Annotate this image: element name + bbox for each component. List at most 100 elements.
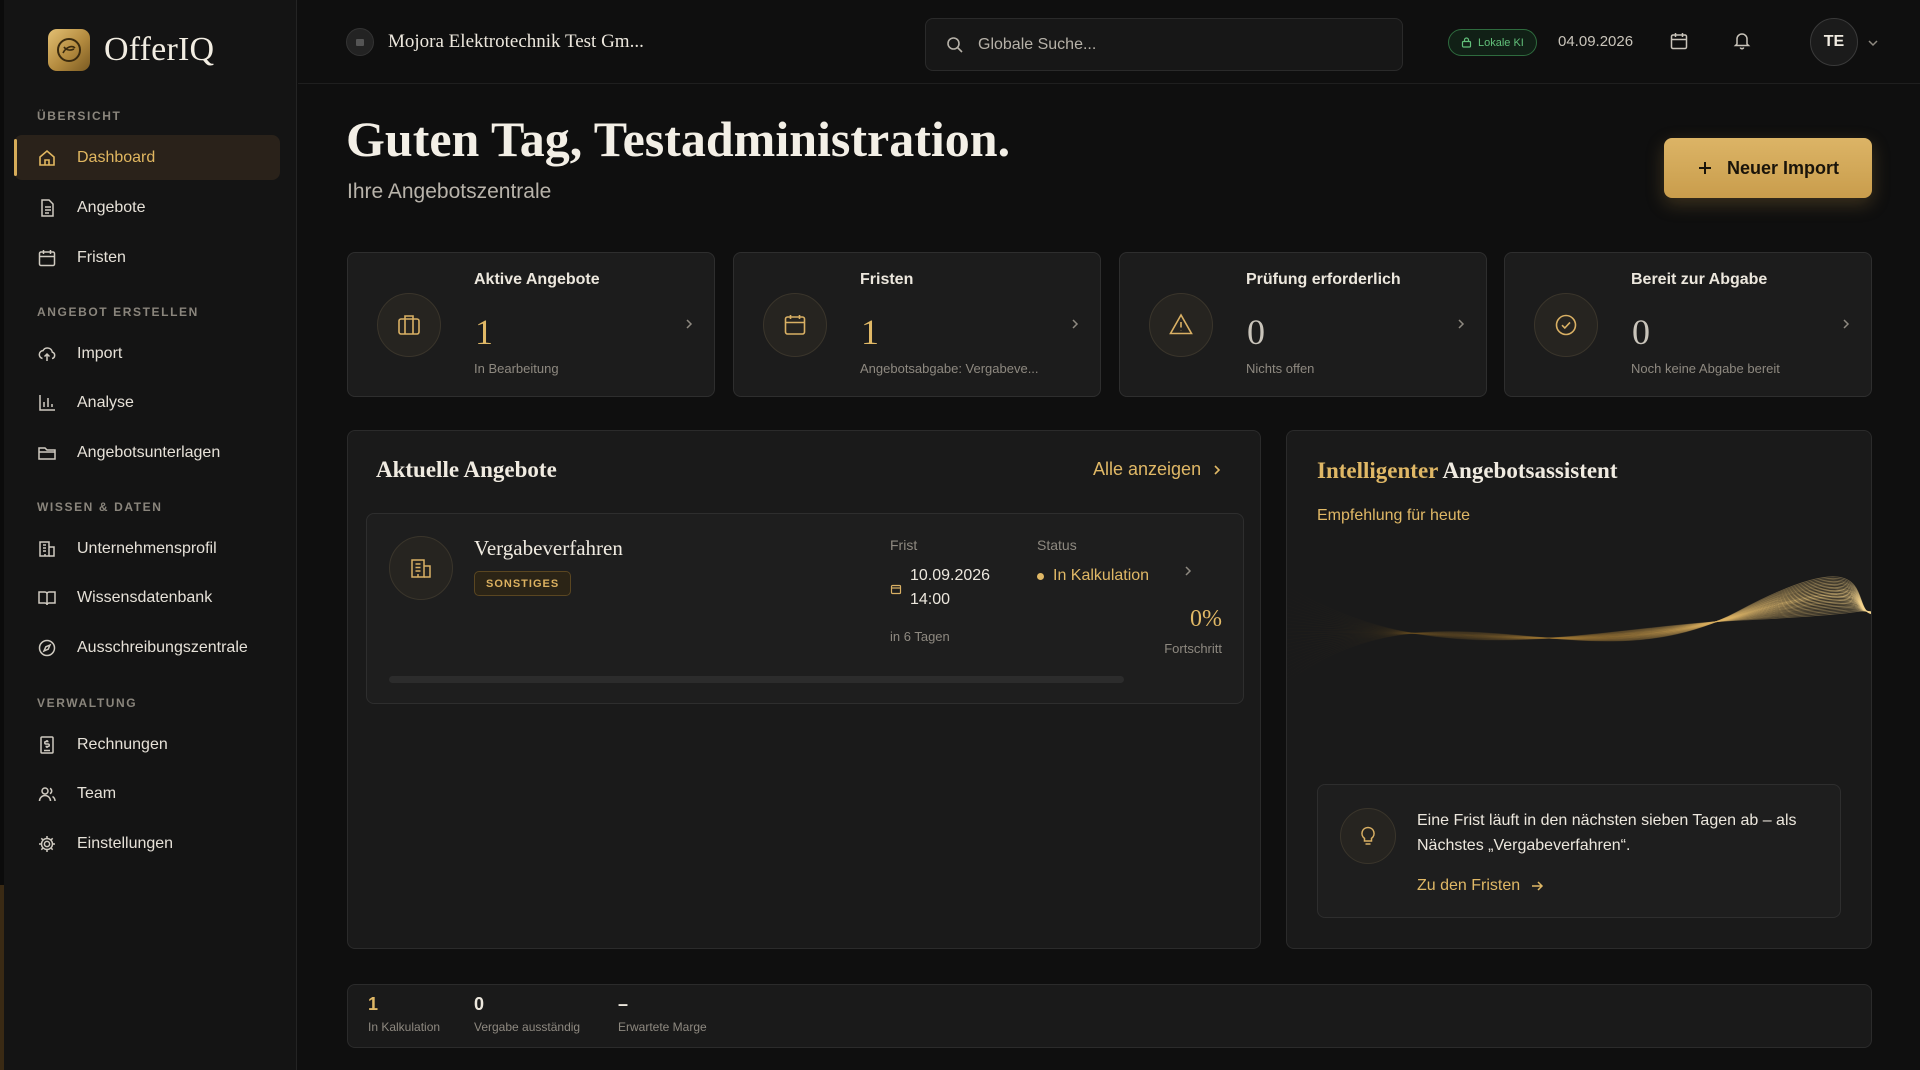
stat-title: Aktive Angebote <box>474 271 600 288</box>
folder-icon <box>38 446 56 460</box>
tip-text: Eine Frist läuft in den nächsten sieben … <box>1417 812 1797 854</box>
sidebar-item-angebote[interactable]: Angebote <box>14 185 280 230</box>
user-menu-toggle[interactable] <box>1866 36 1880 50</box>
new-import-button[interactable]: Neuer Import <box>1664 138 1872 198</box>
chevron-right-icon <box>1185 566 1192 576</box>
deadline-time: 14:00 <box>910 591 951 608</box>
bell-icon <box>1733 33 1751 50</box>
footer-stat-label: Erwartete Marge <box>618 1020 707 1034</box>
compass-icon <box>38 639 56 656</box>
invoice-icon <box>40 735 54 754</box>
stat-card-active-offers[interactable]: Aktive Angebote 1 In Bearbeitung <box>347 252 715 397</box>
lock-icon <box>1461 37 1472 48</box>
footer-stat-value: 1 <box>368 994 379 1014</box>
sidebar-item-analyse[interactable]: Analyse <box>14 380 280 425</box>
user-avatar[interactable]: TE <box>1810 18 1858 66</box>
wave-line <box>1287 588 1871 652</box>
footer-stats-bar: 1 In Kalkulation 0 Vergabe ausständig – … <box>347 984 1872 1048</box>
footer-stat-expected-margin: – Erwartete Marge <box>618 994 707 1034</box>
notifications-button[interactable] <box>1732 30 1752 50</box>
stat-subtitle: Angebotsabgabe: Vergabeve... <box>860 361 1039 376</box>
current-offers-title: Aktuelle Angebote <box>376 457 557 482</box>
ki-badge-label: Lokale KI <box>1478 36 1524 49</box>
stat-card-ready-for-submission[interactable]: Bereit zur Abgabe 0 Noch keine Abgabe be… <box>1504 252 1872 397</box>
status-value: In Kalkulation <box>1037 567 1149 585</box>
chevron-right-icon <box>1214 464 1221 475</box>
building-icon <box>39 540 55 557</box>
stat-value: 0 <box>1247 312 1265 352</box>
calendar-button[interactable] <box>1669 31 1689 51</box>
lightbulb-icon <box>1361 826 1375 845</box>
offer-name: Vergabeverfahren <box>474 536 623 560</box>
assistant-wave-graphic <box>1287 576 1871 683</box>
new-import-label: Neuer Import <box>1726 157 1840 178</box>
offer-icon-wrap <box>389 536 453 600</box>
nav-section-overview: ÜBERSICHT <box>37 109 122 123</box>
stat-subtitle: Noch keine Abgabe bereit <box>1631 361 1780 376</box>
show-all-link[interactable]: Alle anzeigen <box>1093 459 1223 480</box>
sidebar-item-einstellungen[interactable]: Einstellungen <box>14 821 280 866</box>
sidebar-item-label: Wissensdatenbank <box>77 588 213 606</box>
organization-icon <box>356 39 364 46</box>
sidebar-item-team[interactable]: Team <box>14 771 280 816</box>
sidebar-item-fristen[interactable]: Fristen <box>14 235 280 280</box>
sidebar-item-ausschreibungszentrale[interactable]: Ausschreibungszentrale <box>14 625 280 670</box>
progress-value: 0% <box>1190 606 1222 632</box>
arrow-right-icon <box>1532 881 1544 891</box>
offer-row[interactable]: Vergabeverfahren SONSTIGES Frist 10.09.2… <box>366 513 1244 704</box>
check-circle-icon <box>1555 314 1577 336</box>
home-icon <box>39 149 55 166</box>
stat-title: Prüfung erforderlich <box>1246 271 1401 288</box>
organization-switcher[interactable]: Mojora Elektrotechnik Test Gm... <box>346 28 644 56</box>
upload-cloud-icon <box>38 346 56 361</box>
building-icon <box>411 559 431 578</box>
search-input[interactable] <box>978 35 1378 54</box>
document-icon <box>41 198 54 217</box>
stat-icon-wrap <box>763 293 827 357</box>
calendar-icon <box>784 315 806 335</box>
stat-icon-wrap <box>1534 293 1598 357</box>
sidebar-item-label: Angebotsunterlagen <box>77 443 221 461</box>
global-search[interactable] <box>925 18 1403 71</box>
sidebar-item-label: Fristen <box>77 248 126 266</box>
deadline-value: 10.09.2026 14:00 <box>910 564 990 612</box>
sidebar-item-label: Import <box>77 344 123 362</box>
stat-card-deadlines[interactable]: Fristen 1 Angebotsabgabe: Vergabeve... <box>733 252 1101 397</box>
plus-icon <box>1698 162 1711 174</box>
search-icon <box>947 36 963 53</box>
calendar-icon <box>1670 33 1688 50</box>
show-all-label: Alle anzeigen <box>1093 459 1202 479</box>
stat-title: Fristen <box>860 271 914 288</box>
sidebar-edge-accent <box>0 885 4 1070</box>
stat-subtitle: Nichts offen <box>1246 361 1315 376</box>
sidebar-item-label: Rechnungen <box>77 735 168 753</box>
assistant-title-rest: Angebotsassistent <box>1442 458 1618 483</box>
sidebar-item-dashboard[interactable]: Dashboard <box>14 135 280 180</box>
sidebar-item-label: Unternehmensprofil <box>77 539 217 557</box>
sidebar-item-label: Einstellungen <box>77 834 174 852</box>
assistant-subtitle: Empfehlung für heute <box>1317 507 1470 524</box>
sidebar: OfferIQ ÜBERSICHT Dashboard Angebote Fri… <box>0 0 297 1070</box>
sidebar-item-rechnungen[interactable]: Rechnungen <box>14 722 280 767</box>
sidebar-item-import[interactable]: Import <box>14 331 280 376</box>
tip-link-deadlines[interactable]: Zu den Fristen <box>1417 877 1544 895</box>
sidebar-item-unternehmensprofil[interactable]: Unternehmensprofil <box>14 526 280 571</box>
app-name: OfferIQ <box>104 31 215 68</box>
footer-stat-value: – <box>618 994 629 1014</box>
sidebar-item-wissensdatenbank[interactable]: Wissensdatenbank <box>14 575 280 620</box>
organization-avatar <box>346 28 374 56</box>
briefcase-icon <box>398 315 420 335</box>
page-title: Guten Tag, Testadministration. <box>346 111 1011 167</box>
deadline-relative: in 6 Tagen <box>890 629 950 644</box>
footer-stat-value: 0 <box>474 994 485 1014</box>
footer-stat-in-calculation: 1 In Kalkulation <box>368 994 440 1034</box>
stat-subtitle: In Bearbeitung <box>474 361 559 376</box>
stat-icon-wrap <box>377 293 441 357</box>
sidebar-item-angebotsunterlagen[interactable]: Angebotsunterlagen <box>14 430 280 475</box>
status-dot <box>1037 572 1044 580</box>
nav-section-create: ANGEBOT ERSTELLEN <box>37 305 199 319</box>
stat-value: 1 <box>475 312 493 352</box>
chevron-down-icon <box>1868 40 1878 47</box>
stat-card-review-required[interactable]: Prüfung erforderlich 0 Nichts offen <box>1119 252 1487 397</box>
app-logo[interactable]: OfferIQ <box>48 29 214 71</box>
